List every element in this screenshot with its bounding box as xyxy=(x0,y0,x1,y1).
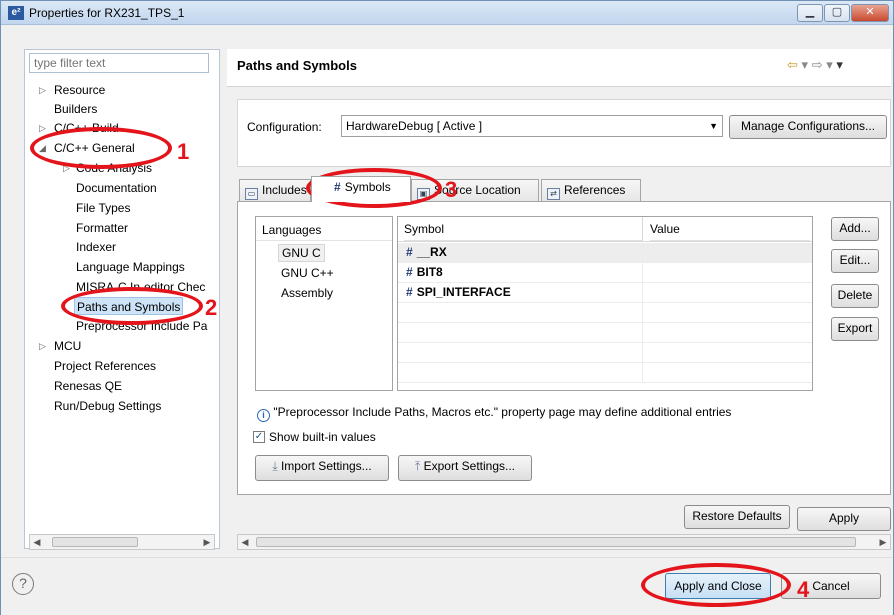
tree-item-language-mappings[interactable]: Language Mappings xyxy=(76,258,185,276)
language-item-gnu-c[interactable]: GNU C xyxy=(278,244,325,262)
tree-item-project-references[interactable]: Project References xyxy=(54,357,156,375)
annotation-ellipse-1 xyxy=(30,127,172,169)
configuration-value: HardwareDebug [ Active ] xyxy=(346,119,483,133)
add-button[interactable]: Add... xyxy=(831,217,879,241)
tree-item-builders[interactable]: Builders xyxy=(54,100,97,118)
export-settings-button[interactable]: ⤒ Export Settings... xyxy=(398,455,532,481)
annotation-number-1: 1 xyxy=(177,139,190,164)
scroll-left-icon[interactable]: ◀ xyxy=(238,535,252,549)
tab-label: Includes xyxy=(262,183,307,197)
dropdown-arrow-icon: ▼ xyxy=(709,121,718,131)
show-builtin-checkbox[interactable]: ✓ xyxy=(253,431,265,443)
expand-arrow-icon[interactable]: ▷ xyxy=(39,337,49,355)
symbols-table[interactable]: Symbol Value # __RX # BIT8 # SPI_INTERFACE xyxy=(397,216,813,391)
title-bar: e² Properties for RX231_TPS_1 ▁ ▢ ✕ xyxy=(1,1,893,25)
view-menu-icon[interactable]: ▾ xyxy=(836,57,843,72)
back-dropdown-icon[interactable]: ▾ xyxy=(802,57,809,72)
tab-references[interactable]: ⇄ References xyxy=(541,179,641,201)
window-title: Properties for RX231_TPS_1 xyxy=(29,6,185,20)
info-text: "Preprocessor Include Paths, Macros etc.… xyxy=(273,405,732,419)
page-horizontal-scrollbar[interactable]: ◀ ▶ xyxy=(237,534,891,550)
tab-symbols[interactable]: # Symbols xyxy=(311,176,411,202)
references-icon: ⇄ xyxy=(547,188,560,200)
hash-icon: # xyxy=(334,180,341,194)
hash-icon: # xyxy=(406,285,413,299)
tree-item-formatter[interactable]: Formatter xyxy=(76,219,128,237)
language-item-assembly[interactable]: Assembly xyxy=(281,284,333,302)
tree-item-run-debug-settings[interactable]: Run/Debug Settings xyxy=(54,397,161,415)
table-row[interactable]: # __RX xyxy=(398,243,812,263)
e2-studio-icon: e² xyxy=(8,6,24,20)
language-item-gnu-cpp[interactable]: GNU C++ xyxy=(281,264,334,282)
symbol-name: # __RX xyxy=(406,245,447,259)
properties-dialog: e² Properties for RX231_TPS_1 ▁ ▢ ✕ ▷ Re… xyxy=(0,0,894,615)
annotation-number-2: 2 xyxy=(205,295,218,320)
includes-icon: ▭ xyxy=(245,188,258,200)
column-header-value[interactable]: Value xyxy=(650,217,810,241)
export-button[interactable]: Export xyxy=(831,317,879,341)
help-icon[interactable]: ? xyxy=(12,573,34,595)
minimize-button[interactable]: ▁ xyxy=(797,4,823,22)
tree-item-file-types[interactable]: File Types xyxy=(76,199,130,217)
tree-item-renesas-qe[interactable]: Renesas QE xyxy=(54,377,122,395)
filter-input[interactable] xyxy=(29,53,209,73)
scrollbar-thumb[interactable] xyxy=(52,537,138,547)
edit-button[interactable]: Edit... xyxy=(831,249,879,273)
hash-icon: # xyxy=(406,265,413,279)
maximize-button[interactable]: ▢ xyxy=(824,4,850,22)
annotation-number-3: 3 xyxy=(445,177,458,202)
tree-item-mcu[interactable]: MCU xyxy=(54,337,81,355)
page-title: Paths and Symbols xyxy=(237,58,357,73)
languages-list[interactable]: Languages GNU C GNU C++ Assembly xyxy=(255,216,393,391)
history-navigation[interactable]: ⇦ ▾ ⇨ ▾ ▾ xyxy=(787,57,843,73)
scroll-left-icon[interactable]: ◀ xyxy=(30,535,44,549)
forward-arrow-icon[interactable]: ⇨ xyxy=(812,57,823,72)
annotation-ellipse-4 xyxy=(641,563,791,607)
manage-configurations-button[interactable]: Manage Configurations... xyxy=(729,115,887,139)
column-header-symbol[interactable]: Symbol xyxy=(404,217,642,241)
symbol-name: # SPI_INTERFACE xyxy=(406,285,511,299)
scroll-right-icon[interactable]: ▶ xyxy=(876,535,890,549)
forward-dropdown-icon[interactable]: ▾ xyxy=(826,57,833,72)
import-icon: ⤓ xyxy=(272,459,278,473)
tree-horizontal-scrollbar[interactable]: ◀ ▶ xyxy=(29,534,215,550)
annotation-number-4: 4 xyxy=(797,577,810,602)
languages-header: Languages xyxy=(262,223,322,237)
cancel-button[interactable]: Cancel xyxy=(781,573,881,599)
restore-defaults-button[interactable]: Restore Defaults xyxy=(684,505,790,529)
tree-item-indexer[interactable]: Indexer xyxy=(76,238,116,256)
scrollbar-thumb[interactable] xyxy=(256,537,856,547)
import-settings-button[interactable]: ⤓ Import Settings... xyxy=(255,455,389,481)
export-icon: ⤒ xyxy=(414,459,421,473)
apply-button[interactable]: Apply xyxy=(797,507,891,531)
tab-label: References xyxy=(564,183,626,197)
back-arrow-icon[interactable]: ⇦ xyxy=(787,57,798,72)
tree-item-resource[interactable]: Resource xyxy=(54,81,105,99)
info-icon: i xyxy=(257,409,270,422)
tree-item-documentation[interactable]: Documentation xyxy=(76,179,157,197)
table-row[interactable]: # BIT8 xyxy=(398,263,812,283)
scroll-right-icon[interactable]: ▶ xyxy=(200,535,214,549)
annotation-ellipse-2 xyxy=(61,287,203,325)
close-button[interactable]: ✕ xyxy=(851,4,889,22)
delete-button[interactable]: Delete xyxy=(831,284,879,308)
configuration-select[interactable]: HardwareDebug [ Active ] ▼ xyxy=(341,115,723,137)
tab-label: Symbols xyxy=(344,180,391,194)
expand-arrow-icon[interactable]: ▷ xyxy=(39,81,49,99)
show-builtin-label: Show built-in values xyxy=(269,430,376,444)
symbol-name: # BIT8 xyxy=(406,265,443,279)
tab-includes[interactable]: ▭ Includes xyxy=(239,179,311,201)
configuration-label: Configuration: xyxy=(247,120,322,134)
info-message: i "Preprocessor Include Paths, Macros et… xyxy=(257,405,731,422)
hash-icon: # xyxy=(406,245,413,259)
table-row[interactable]: # SPI_INTERFACE xyxy=(398,283,812,303)
